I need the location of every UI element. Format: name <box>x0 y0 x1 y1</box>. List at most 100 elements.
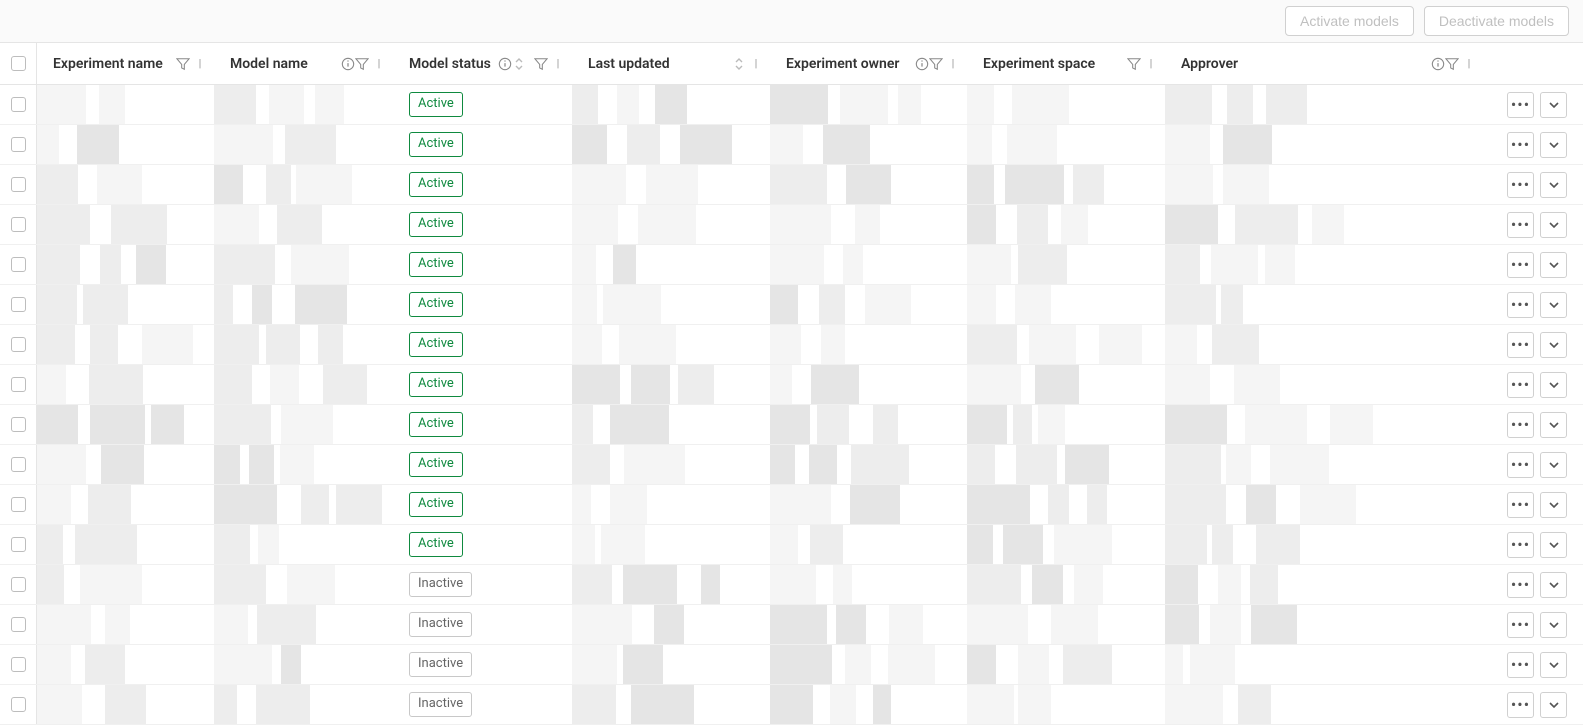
header-model-status[interactable]: Model status || <box>393 43 572 84</box>
row-checkbox[interactable] <box>11 137 26 152</box>
expand-row-button[interactable] <box>1540 452 1567 478</box>
filter-icon[interactable] <box>534 57 548 71</box>
row-checkbox[interactable] <box>11 537 26 552</box>
cell-owner <box>770 365 967 404</box>
cell-space <box>967 445 1165 484</box>
row-checkbox[interactable] <box>11 217 26 232</box>
column-resize-handle[interactable]: || <box>196 43 202 84</box>
row-checkbox[interactable] <box>11 257 26 272</box>
expand-row-button[interactable] <box>1540 212 1567 238</box>
select-all-checkbox[interactable] <box>11 56 26 71</box>
more-actions-button[interactable]: ••• <box>1507 492 1534 518</box>
column-resize-handle[interactable]: || <box>752 43 758 84</box>
cell-owner <box>770 685 967 724</box>
column-resize-handle[interactable]: || <box>375 43 381 84</box>
row-checkbox[interactable] <box>11 97 26 112</box>
info-icon[interactable] <box>915 57 929 71</box>
info-icon[interactable] <box>498 57 512 71</box>
cell-space <box>967 685 1165 724</box>
more-actions-button[interactable]: ••• <box>1507 332 1534 358</box>
header-approver[interactable]: Approver || <box>1165 43 1483 84</box>
filter-icon[interactable] <box>1445 57 1459 71</box>
expand-row-button[interactable] <box>1540 572 1567 598</box>
header-experiment-name[interactable]: Experiment name || <box>37 43 214 84</box>
cell-actions: ••• <box>1483 445 1583 484</box>
cell-approver <box>1165 325 1483 364</box>
header-checkbox-cell <box>0 43 37 84</box>
expand-row-button[interactable] <box>1540 652 1567 678</box>
expand-row-button[interactable] <box>1540 412 1567 438</box>
info-icon[interactable] <box>1431 57 1445 71</box>
cell-name <box>37 165 214 204</box>
cell-updated <box>572 325 770 364</box>
cell-space <box>967 605 1165 644</box>
row-checkbox[interactable] <box>11 377 26 392</box>
row-checkbox-cell <box>0 325 37 364</box>
expand-row-button[interactable] <box>1540 532 1567 558</box>
cell-actions: ••• <box>1483 685 1583 724</box>
row-checkbox[interactable] <box>11 497 26 512</box>
column-resize-handle[interactable]: || <box>1465 43 1471 84</box>
row-checkbox[interactable] <box>11 297 26 312</box>
more-actions-button[interactable]: ••• <box>1507 452 1534 478</box>
filter-icon[interactable] <box>929 57 943 71</box>
more-actions-button[interactable]: ••• <box>1507 532 1534 558</box>
expand-row-button[interactable] <box>1540 332 1567 358</box>
more-actions-button[interactable]: ••• <box>1507 132 1534 158</box>
expand-row-button[interactable] <box>1540 172 1567 198</box>
cell-approver <box>1165 405 1483 444</box>
chevron-down-icon <box>1548 179 1560 191</box>
row-checkbox[interactable] <box>11 617 26 632</box>
expand-row-button[interactable] <box>1540 92 1567 118</box>
header-label: Experiment owner <box>786 56 911 72</box>
sort-icon[interactable] <box>732 57 746 71</box>
cell-approver <box>1165 565 1483 604</box>
info-icon[interactable] <box>341 57 355 71</box>
expand-row-button[interactable] <box>1540 372 1567 398</box>
more-actions-button[interactable]: ••• <box>1507 172 1534 198</box>
column-resize-handle[interactable]: || <box>1147 43 1153 84</box>
more-actions-button[interactable]: ••• <box>1507 372 1534 398</box>
expand-row-button[interactable] <box>1540 692 1567 718</box>
more-actions-button[interactable]: ••• <box>1507 412 1534 438</box>
expand-row-button[interactable] <box>1540 612 1567 638</box>
filter-icon[interactable] <box>355 57 369 71</box>
row-checkbox[interactable] <box>11 177 26 192</box>
more-actions-button[interactable]: ••• <box>1507 292 1534 318</box>
row-checkbox[interactable] <box>11 337 26 352</box>
expand-row-button[interactable] <box>1540 252 1567 278</box>
more-actions-button[interactable]: ••• <box>1507 212 1534 238</box>
filter-icon[interactable] <box>1127 57 1141 71</box>
header-last-updated[interactable]: Last updated || <box>572 43 770 84</box>
row-checkbox[interactable] <box>11 657 26 672</box>
more-actions-button[interactable]: ••• <box>1507 692 1534 718</box>
more-actions-button[interactable]: ••• <box>1507 572 1534 598</box>
deactivate-models-button[interactable]: Deactivate models <box>1424 6 1569 36</box>
more-actions-button[interactable]: ••• <box>1507 652 1534 678</box>
row-checkbox[interactable] <box>11 577 26 592</box>
column-resize-handle[interactable]: || <box>554 43 560 84</box>
more-actions-button[interactable]: ••• <box>1507 612 1534 638</box>
more-actions-button[interactable]: ••• <box>1507 92 1534 118</box>
more-actions-button[interactable]: ••• <box>1507 252 1534 278</box>
expand-row-button[interactable] <box>1540 292 1567 318</box>
status-badge-active: Active <box>409 252 463 276</box>
row-checkbox[interactable] <box>11 457 26 472</box>
cell-model <box>214 605 393 644</box>
header-experiment-space[interactable]: Experiment space || <box>967 43 1165 84</box>
expand-row-button[interactable] <box>1540 492 1567 518</box>
cell-approver <box>1165 525 1483 564</box>
cell-space <box>967 645 1165 684</box>
cell-model-status: Active <box>393 245 572 284</box>
sort-icon[interactable] <box>512 57 526 71</box>
row-checkbox[interactable] <box>11 417 26 432</box>
header-experiment-owner[interactable]: Experiment owner || <box>770 43 967 84</box>
column-resize-handle[interactable]: || <box>949 43 955 84</box>
header-model-name[interactable]: Model name || <box>214 43 393 84</box>
cell-name <box>37 205 214 244</box>
activate-models-button[interactable]: Activate models <box>1285 6 1414 36</box>
filter-icon[interactable] <box>176 57 190 71</box>
cell-owner <box>770 405 967 444</box>
row-checkbox[interactable] <box>11 697 26 712</box>
expand-row-button[interactable] <box>1540 132 1567 158</box>
